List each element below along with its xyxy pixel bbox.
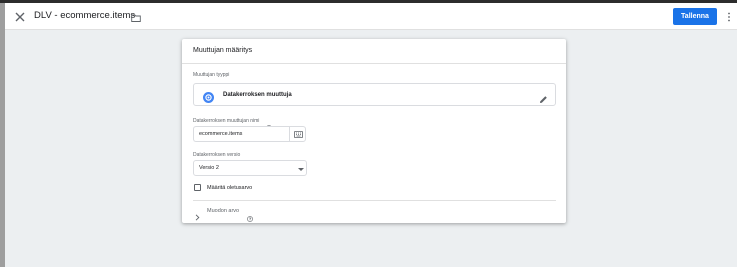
variable-picker-icon xyxy=(294,131,303,138)
default-value-label: Määritä oletusarvo xyxy=(207,185,253,191)
default-value-checkbox[interactable] xyxy=(194,184,201,191)
variable-config-card: Muuttujan määritys Muuttujan tyyppi Data… xyxy=(182,39,566,223)
format-value-label: Muodon arvo xyxy=(207,208,240,214)
help-icon[interactable] xyxy=(266,118,272,131)
folder-icon[interactable] xyxy=(131,10,141,22)
card-divider xyxy=(182,63,566,64)
editor-header: DLV - ecommerce.items Tallenna xyxy=(5,3,737,30)
version-label: Datakerroksen versio xyxy=(193,152,241,158)
save-button[interactable]: Tallenna xyxy=(673,8,717,25)
variable-name-label: Datakerroksen muuttujan nimi xyxy=(193,118,260,124)
insert-variable-button[interactable] xyxy=(289,126,306,142)
page-title: DLV - ecommerce.items xyxy=(34,10,136,21)
chevron-right-icon xyxy=(195,208,200,221)
help-icon[interactable] xyxy=(247,209,253,222)
version-value: Versio 2 xyxy=(199,165,219,171)
left-edge-panel xyxy=(0,3,5,267)
section-divider xyxy=(193,200,556,201)
close-icon[interactable] xyxy=(14,10,26,22)
edit-pencil-icon[interactable] xyxy=(539,91,548,103)
variable-name-input[interactable]: ecommerce.items xyxy=(193,126,290,142)
card-title: Muuttujan määritys xyxy=(193,47,253,54)
more-vert-icon[interactable] xyxy=(726,10,732,22)
version-select[interactable]: Versio 2 xyxy=(193,160,307,176)
variable-type-label: Muuttujan tyyppi xyxy=(193,72,230,78)
gear-icon xyxy=(203,90,214,103)
variable-type-value: Datakerroksen muuttuja xyxy=(223,92,292,98)
format-value-expander[interactable]: Muodon arvo xyxy=(193,206,273,221)
dropdown-caret-icon xyxy=(298,168,304,171)
variable-type-selector[interactable]: Datakerroksen muuttuja xyxy=(193,83,556,106)
